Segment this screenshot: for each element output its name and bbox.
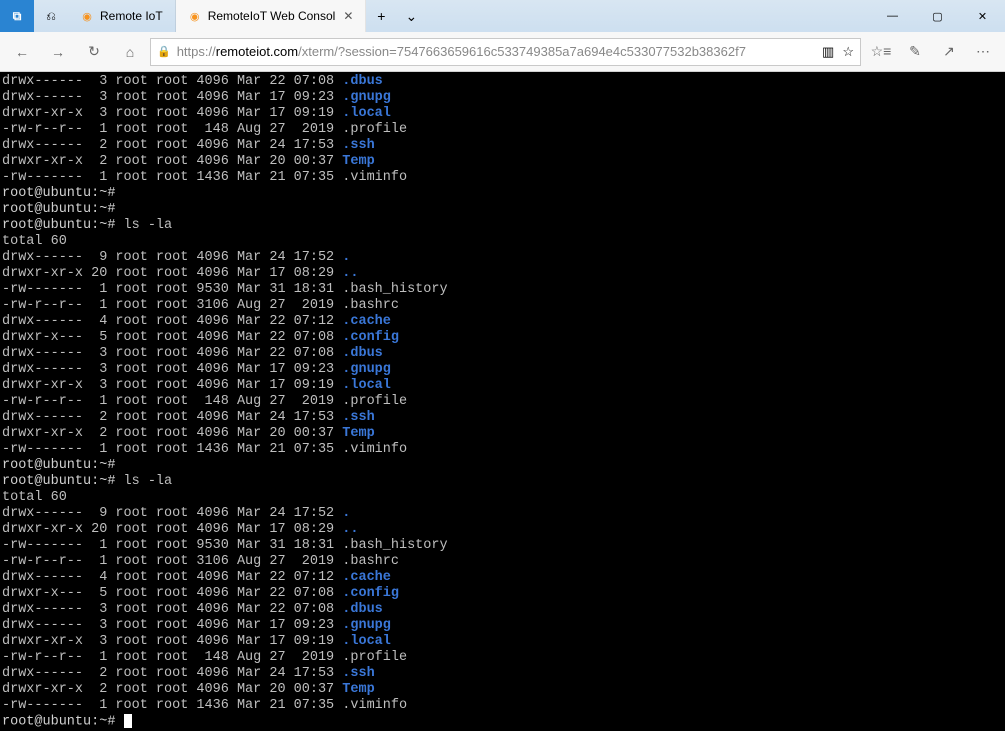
minimize-button[interactable]: — xyxy=(870,0,915,32)
window-controls: — ▢ ✕ xyxy=(870,0,1005,32)
wifi-icon: ◉ xyxy=(188,9,202,23)
favorites-button[interactable]: ☆≡ xyxy=(865,38,897,66)
wifi-icon: ◉ xyxy=(80,9,94,23)
favorite-icon[interactable]: ☆ xyxy=(842,44,854,60)
toolbar: ← → ↻ ⌂ 🔒 https://remoteiot.com/xterm/?s… xyxy=(0,32,1005,72)
tab-menu-button[interactable]: ⌄ xyxy=(396,8,426,25)
tab-web-console[interactable]: ◉ RemoteIoT Web Consol ✕ xyxy=(176,0,367,32)
terminal[interactable]: drwx------ 3 root root 4096 Mar 22 07:08… xyxy=(0,72,1005,731)
cursor xyxy=(124,714,132,728)
lock-icon: 🔒 xyxy=(157,45,171,58)
tab-remote-iot[interactable]: ◉ Remote IoT xyxy=(68,0,176,32)
home-button[interactable]: ⌂ xyxy=(114,38,146,66)
maximize-button[interactable]: ▢ xyxy=(915,0,960,32)
notes-button[interactable]: ✎ xyxy=(899,38,931,66)
settings-button[interactable]: ⋯ xyxy=(967,38,999,66)
tabs-aside-button[interactable]: ⧉ xyxy=(0,0,34,32)
tabs-list-button[interactable]: ⎌ xyxy=(34,0,68,32)
address-bar[interactable]: 🔒 https://remoteiot.com/xterm/?session=7… xyxy=(150,38,861,66)
close-button[interactable]: ✕ xyxy=(960,0,1005,32)
refresh-button[interactable]: ↻ xyxy=(78,38,110,66)
close-tab-icon[interactable]: ✕ xyxy=(343,9,353,23)
new-tab-button[interactable]: + xyxy=(366,8,396,24)
share-button[interactable]: ↗ xyxy=(933,38,965,66)
tab-label: Remote IoT xyxy=(100,9,163,23)
title-bar: ⧉ ⎌ ◉ Remote IoT ◉ RemoteIoT Web Consol … xyxy=(0,0,1005,32)
url-text: https://remoteiot.com/xterm/?session=754… xyxy=(177,44,816,59)
tab-label: RemoteIoT Web Consol xyxy=(208,9,336,23)
back-button[interactable]: ← xyxy=(6,38,38,66)
forward-button[interactable]: → xyxy=(42,38,74,66)
reading-view-icon[interactable]: ▥ xyxy=(822,44,834,60)
